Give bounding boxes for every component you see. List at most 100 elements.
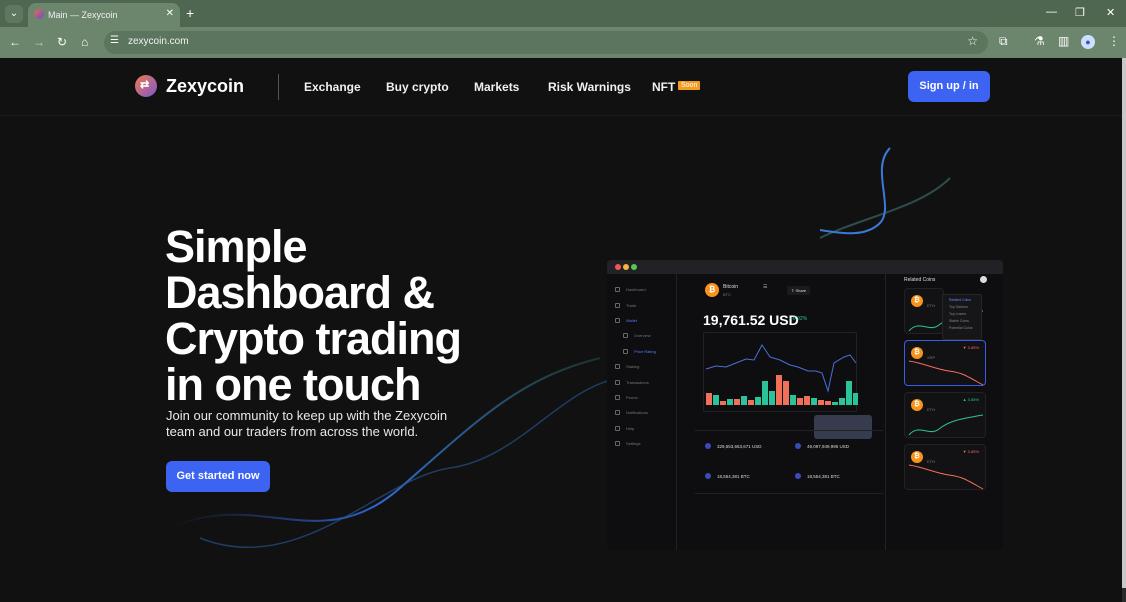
nav-markets[interactable]: Markets bbox=[474, 80, 519, 94]
sidebar-item-icon bbox=[615, 303, 620, 309]
volume-bar bbox=[783, 381, 789, 405]
volume-bar bbox=[832, 402, 838, 405]
volume-bar bbox=[804, 396, 810, 405]
menu-icon: ☰ bbox=[763, 284, 768, 290]
address-bar[interactable]: ☰ zexycoin.com ☆ bbox=[104, 31, 988, 54]
nav-buy-crypto[interactable]: Buy crypto bbox=[386, 80, 449, 94]
volume-bar bbox=[727, 399, 733, 405]
get-started-button[interactable]: Get started now bbox=[166, 461, 270, 492]
volume-bar bbox=[797, 398, 803, 405]
volume-bar bbox=[713, 395, 719, 405]
window-dot-icon bbox=[631, 264, 637, 270]
dashboard-sidebar-item: Wallet bbox=[615, 318, 637, 324]
related-menu-item: Related Coins bbox=[949, 298, 971, 302]
close-window-button[interactable]: ✕ bbox=[1106, 6, 1115, 19]
url-text[interactable]: zexycoin.com bbox=[128, 36, 189, 47]
hero-subtitle: Join our community to keep up with the Z… bbox=[166, 408, 448, 439]
stat-market-cap: 329,553,663,671 USD bbox=[717, 444, 762, 449]
forward-icon[interactable]: → bbox=[33, 35, 45, 49]
sidebar-item-icon bbox=[623, 333, 628, 339]
volume-bar bbox=[706, 393, 712, 405]
volume-bar bbox=[755, 397, 761, 405]
brand-name[interactable]: Zexycoin bbox=[166, 76, 244, 97]
browser-tab[interactable]: Main — Zexycoin ✕ bbox=[28, 3, 180, 27]
restore-button[interactable]: ❐ bbox=[1075, 6, 1085, 19]
scrollbar[interactable] bbox=[1122, 58, 1126, 602]
volume-bar bbox=[846, 381, 852, 405]
share-button: ⇪ Share bbox=[787, 286, 811, 295]
volume-bar bbox=[853, 393, 859, 405]
minimize-button[interactable]: — bbox=[1046, 6, 1057, 18]
browser-toolbar: ← → ↻ ⌂ ☰ zexycoin.com ☆ ⧉ ⚗ ▥ ⋮ bbox=[0, 27, 1126, 58]
sidebar-item-icon bbox=[615, 410, 620, 416]
browser-menu-icon[interactable]: ⋮ bbox=[1108, 34, 1120, 48]
dashboard-sidebar-item: Help bbox=[615, 426, 634, 432]
close-tab-icon[interactable]: ✕ bbox=[166, 8, 174, 19]
new-tab-button[interactable]: + bbox=[186, 5, 194, 21]
nav-nft[interactable]: NFT bbox=[652, 80, 675, 94]
volume-bar bbox=[811, 398, 817, 405]
related-coins-panel: Related Coins ₿ ETH ₿ XRP ▼ 3.85% ₿ ETH ▲ 3.85%… bbox=[885, 274, 1003, 550]
stat-supply: 18,554,381 BTC bbox=[717, 474, 750, 479]
related-coins-title: Related Coins bbox=[904, 277, 936, 283]
volume-bar bbox=[748, 400, 754, 405]
coin-symbol: BTC bbox=[723, 292, 731, 297]
sidebar-item-icon bbox=[615, 364, 620, 370]
volume-bar bbox=[734, 399, 740, 405]
stat-icon bbox=[795, 473, 801, 479]
volume-bar bbox=[741, 396, 747, 405]
tab-title: Main — Zexycoin bbox=[48, 10, 118, 20]
toggle-icon bbox=[980, 276, 987, 283]
dashboard-sidebar-item: Settings bbox=[615, 441, 640, 447]
brand-logo-icon[interactable]: ⇄ bbox=[135, 75, 157, 97]
price: 19,761.52 USD bbox=[703, 312, 799, 328]
site-header: ⇄ Zexycoin Exchange Buy crypto Markets R… bbox=[0, 58, 1122, 116]
extensions-icon[interactable]: ⧉ bbox=[999, 34, 1008, 49]
home-icon[interactable]: ⌂ bbox=[81, 35, 88, 49]
volume-bar bbox=[825, 401, 831, 405]
dashboard-sidebar-item: Dashboard bbox=[615, 287, 646, 293]
volume-bar bbox=[818, 400, 824, 405]
dashboard-main: ₿ Bitcoin BTC ☰ ⇪ Share 19,761.52 USD +0… bbox=[677, 274, 885, 550]
labs-flask-icon[interactable]: ⚗ bbox=[1034, 34, 1045, 48]
stat-icon bbox=[705, 443, 711, 449]
related-coin-card: ₿ ETH ▼ 3.85% bbox=[904, 444, 986, 490]
volume-bar bbox=[762, 381, 768, 405]
favicon-icon bbox=[34, 9, 44, 19]
scrollbar-thumb[interactable] bbox=[1122, 58, 1126, 588]
sidebar-item-icon bbox=[615, 426, 620, 432]
window-dot-icon bbox=[623, 264, 629, 270]
site-info-icon[interactable]: ☰ bbox=[110, 35, 119, 46]
related-coin-card: ₿ ETH bbox=[904, 288, 984, 334]
price-chart bbox=[703, 332, 872, 439]
reload-icon[interactable]: ↻ bbox=[57, 35, 67, 49]
nav-risk-warnings[interactable]: Risk Warnings bbox=[548, 80, 631, 94]
sparkline bbox=[908, 464, 984, 490]
related-menu: Related Coins Top Gainers Top Losers Stable… bbox=[942, 294, 982, 340]
profile-avatar-icon[interactable]: ● bbox=[1081, 35, 1095, 49]
volume-bar bbox=[776, 375, 782, 405]
back-icon[interactable]: ← bbox=[9, 35, 21, 49]
sidebar-item-icon bbox=[615, 380, 620, 386]
volume-bar bbox=[839, 398, 845, 405]
dashboard-preview: Dashboard Trade Wallet Overview Price Rating… bbox=[607, 260, 1003, 550]
side-panel-icon[interactable]: ▥ bbox=[1058, 34, 1069, 48]
sign-up-button[interactable]: Sign up / in bbox=[908, 71, 990, 102]
dashboard-sidebar-item: Staking bbox=[615, 364, 639, 370]
coin-name: Bitcoin bbox=[723, 284, 739, 290]
nav-exchange[interactable]: Exchange bbox=[304, 80, 361, 94]
volume-bar bbox=[769, 391, 775, 405]
divider bbox=[278, 74, 279, 100]
wave-line bbox=[819, 147, 891, 235]
tab-list-button[interactable]: ⌄ bbox=[5, 5, 23, 23]
related-menu-item: Stable Coins bbox=[949, 319, 969, 323]
dashboard-sidebar-item: Transactions bbox=[615, 380, 649, 386]
related-coin-card: ₿ XRP ▼ 3.85% bbox=[904, 340, 986, 386]
stat-circulating: 18,554,381 BTC bbox=[807, 474, 840, 479]
browser-tab-strip: ⌄ Main — Zexycoin ✕ + — ❐ ✕ bbox=[0, 0, 1126, 27]
bookmark-star-icon[interactable]: ☆ bbox=[967, 34, 978, 48]
window-dot-icon bbox=[615, 264, 621, 270]
price-change: +0.92% bbox=[790, 316, 808, 322]
stat-icon bbox=[795, 443, 801, 449]
sidebar-item-icon bbox=[615, 318, 620, 324]
